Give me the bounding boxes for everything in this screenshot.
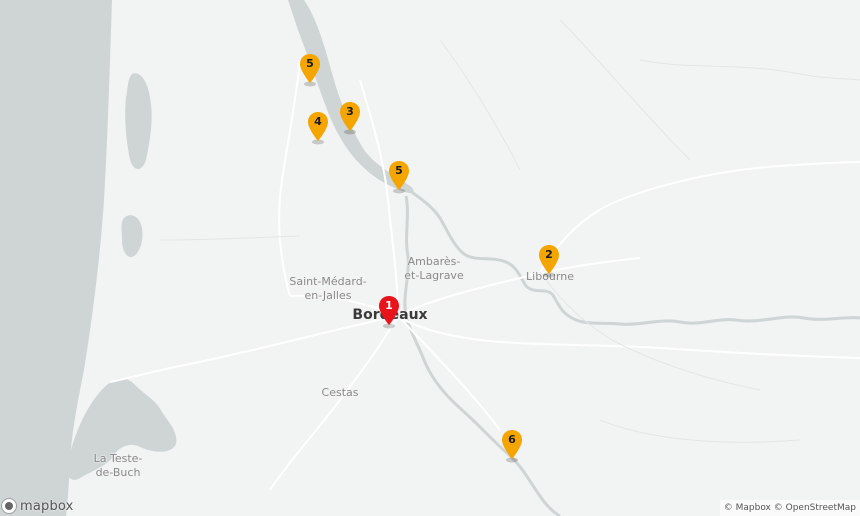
map[interactable]: Saint-Médard- en-Jalles Bordeaux Ambarès… xyxy=(0,0,860,516)
marker-label: 3 xyxy=(346,105,354,118)
lake-lacanau xyxy=(121,215,143,258)
map-marker-5-south[interactable]: 5 xyxy=(387,160,411,194)
map-marker-3[interactable]: 3 xyxy=(338,101,362,135)
map-marker-5-north[interactable]: 5 xyxy=(298,53,322,87)
place-label-ambares: Ambarès- et-Lagrave xyxy=(404,255,464,282)
map-marker-6[interactable]: 6 xyxy=(500,429,524,463)
place-label-cestas: Cestas xyxy=(321,386,359,399)
map-marker-1[interactable]: 1 xyxy=(377,295,401,329)
mapbox-logo[interactable]: mapbox xyxy=(1,496,74,516)
marker-label: 5 xyxy=(306,57,314,70)
map-marker-2[interactable]: 2 xyxy=(537,244,561,278)
place-label-la-teste: La Teste- de-Buch xyxy=(93,452,143,479)
place-label-saint-medard: Saint-Médard- en-Jalles xyxy=(289,275,367,302)
minor-roads xyxy=(159,19,860,443)
roads xyxy=(109,59,860,491)
lake-hourtin xyxy=(125,73,152,169)
marker-label: 6 xyxy=(508,433,516,446)
mapbox-logo-text: mapbox xyxy=(20,498,74,514)
dordogne-river xyxy=(405,186,860,326)
marker-label: 5 xyxy=(395,164,403,177)
marker-label: 4 xyxy=(314,115,322,128)
mapbox-logo-icon xyxy=(1,498,17,514)
attribution-mapbox-link[interactable]: © Mapbox xyxy=(724,503,771,513)
marker-label: 2 xyxy=(545,248,553,261)
map-marker-4[interactable]: 4 xyxy=(306,111,330,145)
attribution-osm-link[interactable]: © OpenStreetMap xyxy=(774,503,856,513)
map-attribution: © Mapbox © OpenStreetMap xyxy=(719,500,860,516)
marker-label: 1 xyxy=(385,299,393,312)
